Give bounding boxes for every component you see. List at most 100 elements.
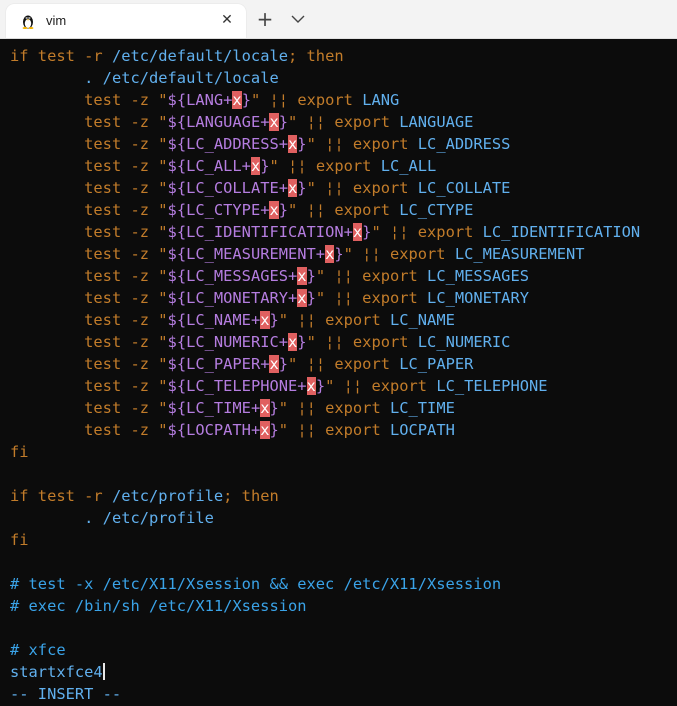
code-line: test -z "${LC_MONETARY+x}" ¦¦ export LC_… xyxy=(10,287,529,309)
code-token: test -z " xyxy=(84,91,168,109)
code-token: } xyxy=(278,113,289,131)
code-token: /etc/default/locale xyxy=(111,47,288,65)
code-token: fi xyxy=(10,443,29,461)
code-line: test -z "${LC_NUMERIC+x}" ¦¦ export LC_N… xyxy=(10,331,510,353)
code-token: " ¦¦ export xyxy=(288,113,400,131)
terminal-editor[interactable]: if test -r /etc/default/locale; then . /… xyxy=(0,45,677,706)
search-match: x xyxy=(250,157,261,175)
code-token: test -z " xyxy=(84,377,168,395)
search-match: x xyxy=(260,399,270,417)
new-tab-button[interactable]: + xyxy=(254,8,276,30)
code-token: test -z " xyxy=(84,311,168,329)
search-match: x xyxy=(269,355,279,373)
code-token: } xyxy=(278,355,289,373)
search-match: x xyxy=(297,289,307,307)
code-token: " ¦¦ export xyxy=(315,267,428,285)
code-line: test -z "${LC_CTYPE+x}" ¦¦ export LC_CTY… xyxy=(10,199,473,221)
chevron-down-icon[interactable] xyxy=(288,10,308,28)
code-token: LC_ADDRESS xyxy=(417,135,511,153)
code-token: test -z " xyxy=(84,135,168,153)
code-token: } xyxy=(334,245,344,263)
close-tab-icon[interactable]: ✕ xyxy=(216,9,238,31)
search-match: x xyxy=(306,377,316,395)
code-line: test -z "${LC_ALL+x}" ¦¦ export LC_ALL xyxy=(10,155,436,177)
code-token: } xyxy=(260,157,270,175)
code-token: ${LC_CTYPE+ xyxy=(167,201,270,219)
code-token: " ¦¦ export xyxy=(278,311,390,329)
tab-vim[interactable]: vim ✕ xyxy=(6,4,246,38)
code-token: } xyxy=(269,421,279,439)
code-token: " ¦¦ export xyxy=(278,421,390,439)
linux-tux-icon xyxy=(22,15,34,29)
code-token: /etc/profile xyxy=(111,487,224,505)
code-token: ${LC_TELEPHONE+ xyxy=(167,377,307,395)
search-match: x xyxy=(260,311,270,329)
search-match: x xyxy=(269,201,279,219)
code-token: LC_TIME xyxy=(389,399,455,417)
code-token: test -z " xyxy=(84,267,168,285)
code-token: ${LC_MEASUREMENT+ xyxy=(167,245,326,263)
code-token: } xyxy=(269,311,279,329)
code-token: " ¦¦ export xyxy=(315,289,428,307)
code-token: LC_MESSAGES xyxy=(427,267,529,285)
code-token: " ¦¦ export xyxy=(288,201,400,219)
code-line: test -z "${LC_NAME+x}" ¦¦ export LC_NAME xyxy=(10,309,455,331)
code-token: test -z " xyxy=(84,333,168,351)
code-line: test -z "${LOCPATH+x}" ¦¦ export LOCPATH xyxy=(10,419,455,441)
code-token: # xfce xyxy=(10,641,66,659)
code-line: if test -r /etc/default/locale; then xyxy=(10,45,344,67)
code-token: ${LC_NUMERIC+ xyxy=(167,333,289,351)
search-match: x xyxy=(288,179,298,197)
code-token: " ¦¦ export xyxy=(343,245,455,263)
code-line: startxfce4 xyxy=(10,661,105,683)
code-token: ${LC_TIME+ xyxy=(167,399,261,417)
code-line: fi xyxy=(10,529,29,551)
code-token: LANG xyxy=(362,91,400,109)
tab-title: vim xyxy=(46,13,67,28)
code-token: } xyxy=(315,377,326,395)
code-token: ${LC_MONETARY+ xyxy=(167,289,298,307)
code-token: fi xyxy=(10,531,29,549)
code-token: test -z " xyxy=(84,223,168,241)
code-token: } xyxy=(241,91,251,109)
code-token: } xyxy=(297,179,307,197)
code-line: if test -r /etc/profile; then xyxy=(10,485,279,507)
code-token: if test -r xyxy=(10,487,112,505)
code-token: } xyxy=(278,201,289,219)
code-token: test -z " xyxy=(84,399,168,417)
code-line: test -z "${LANGUAGE+x}" ¦¦ export LANGUA… xyxy=(10,111,473,133)
code-line: test -z "${LC_MESSAGES+x}" ¦¦ export LC_… xyxy=(10,265,529,287)
search-match: x xyxy=(297,267,307,285)
code-token: test -z " xyxy=(84,201,168,219)
code-token: test -z " xyxy=(84,157,168,175)
code-token: test -z " xyxy=(84,289,168,307)
code-token: LOCPATH xyxy=(389,421,455,439)
search-match: x xyxy=(352,223,363,241)
code-token: " ¦¦ export xyxy=(306,179,418,197)
code-token: LC_NAME xyxy=(389,311,455,329)
search-match: x xyxy=(260,421,270,439)
code-token: test -z " xyxy=(84,179,168,197)
code-token: . /etc/profile xyxy=(84,509,214,527)
code-token: LC_CTYPE xyxy=(399,201,474,219)
code-token: if test -r xyxy=(10,47,112,65)
code-token: test -z " xyxy=(84,421,168,439)
code-token: # exec /bin/sh /etc/X11/Xsession xyxy=(10,597,307,615)
code-token: ${LOCPATH+ xyxy=(167,421,261,439)
code-token: ; then xyxy=(223,487,279,505)
code-token: " ¦¦ export xyxy=(250,91,363,109)
code-line: # exec /bin/sh /etc/X11/Xsession xyxy=(10,595,307,617)
code-token: } xyxy=(297,135,307,153)
code-token: ${LC_ALL+ xyxy=(167,157,251,175)
